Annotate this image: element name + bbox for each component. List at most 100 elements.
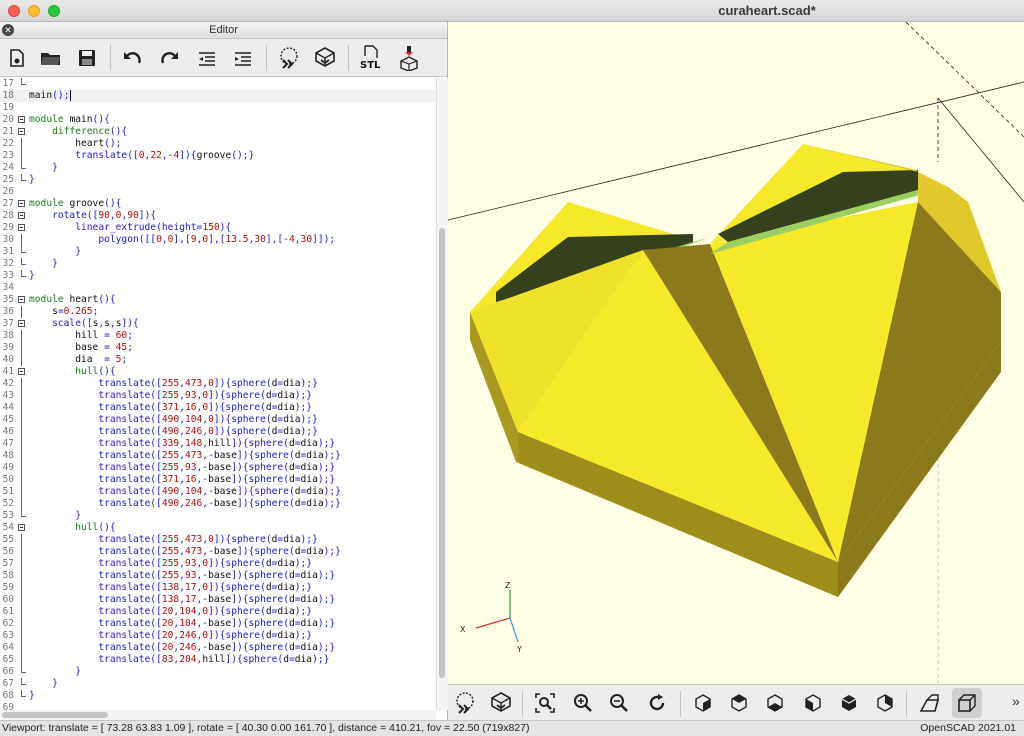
code-line[interactable]: 52 translate([490,246,-base]){sphere(d=d…	[0, 498, 436, 510]
vertical-scroll-thumb[interactable]	[439, 228, 445, 678]
render-button[interactable]	[310, 43, 340, 73]
code-line[interactable]: 17	[0, 78, 436, 90]
fold-toggle-icon[interactable]	[18, 320, 25, 327]
code-line[interactable]: 35 module heart(){	[0, 294, 436, 306]
code-line[interactable]: 42 translate([255,473,0]){sphere(d=dia);…	[0, 378, 436, 390]
export-stl-button[interactable]: STL	[356, 43, 386, 73]
unindent-button[interactable]	[192, 43, 222, 73]
redo-button[interactable]	[154, 43, 184, 73]
undo-button[interactable]	[118, 43, 148, 73]
editor-horizontal-scrollbar[interactable]	[0, 710, 436, 720]
code-line[interactable]: 31 }	[0, 246, 436, 258]
code-line[interactable]: 57 translate([255,93,0]){sphere(d=dia);}	[0, 558, 436, 570]
code-line[interactable]: 41 hull(){	[0, 366, 436, 378]
code-line[interactable]: 55 translate([255,473,0]){sphere(d=dia);…	[0, 534, 436, 546]
preview-button-viewport[interactable]	[450, 688, 480, 718]
code-line[interactable]: 58 translate([255,93,-base]){sphere(d=di…	[0, 570, 436, 582]
view-front-button[interactable]	[834, 688, 864, 718]
code-line[interactable]: 20 module main(){	[0, 114, 436, 126]
fold-toggle-icon[interactable]	[18, 212, 25, 219]
line-number: 31	[2, 246, 14, 257]
code-line[interactable]: 63 translate([20,246,0]){sphere(d=dia);}	[0, 630, 436, 642]
code-line[interactable]: 45 translate([490,104,0]){sphere(d=dia);…	[0, 414, 436, 426]
code-line[interactable]: 48 translate([255,473,-base]){sphere(d=d…	[0, 450, 436, 462]
fold-toggle-icon[interactable]	[18, 128, 25, 135]
code-line[interactable]: 51 translate([490,104,-base]){sphere(d=d…	[0, 486, 436, 498]
line-number: 38	[2, 330, 14, 341]
code-line[interactable]: 59 translate([138,17,0]){sphere(d=dia);}	[0, 582, 436, 594]
render-button-viewport[interactable]	[486, 688, 516, 718]
save-file-button[interactable]	[72, 43, 102, 73]
code-line[interactable]: 54 hull(){	[0, 522, 436, 534]
zoom-in-button[interactable]	[568, 688, 598, 718]
code-line[interactable]: 23 translate([0,22,-4]){groove();}	[0, 150, 436, 162]
code-line[interactable]: 30 polygon([[0,0],[9,0],[13.5,30],[-4,30…	[0, 234, 436, 246]
code-line[interactable]: 37 scale([s,s,s]){	[0, 318, 436, 330]
view-back-button[interactable]	[870, 688, 900, 718]
code-line[interactable]: 26	[0, 186, 436, 198]
code-line[interactable]: 18 main();	[0, 90, 436, 102]
code-line[interactable]: 67 }	[0, 678, 436, 690]
fold-toggle-icon[interactable]	[18, 224, 25, 231]
code-line[interactable]: 32 }	[0, 258, 436, 270]
code-line[interactable]: 49 translate([255,93,-base]){sphere(d=di…	[0, 462, 436, 474]
code-line[interactable]: 62 translate([20,104,-base]){sphere(d=di…	[0, 618, 436, 630]
editor-vertical-scrollbar[interactable]	[436, 78, 448, 710]
code-line[interactable]: 19	[0, 102, 436, 114]
fold-toggle-icon[interactable]	[18, 200, 25, 207]
new-file-button[interactable]	[2, 43, 32, 73]
fold-guide	[21, 618, 22, 630]
code-line[interactable]: 68}	[0, 690, 436, 702]
code-line[interactable]: 43 translate([255,93,0]){sphere(d=dia);}	[0, 390, 436, 402]
fold-toggle-icon[interactable]	[18, 116, 25, 123]
code-line[interactable]: 69	[0, 702, 436, 710]
code-line[interactable]: 61 translate([20,104,0]){sphere(d=dia);}	[0, 606, 436, 618]
perspective-button[interactable]	[914, 688, 944, 718]
view-left-button[interactable]	[798, 688, 828, 718]
code-line[interactable]: 33}	[0, 270, 436, 282]
reset-view-button[interactable]	[642, 688, 672, 718]
code-line[interactable]: 29 linear_extrude(height=150){	[0, 222, 436, 234]
code-line[interactable]: 44 translate([371,16,0]){sphere(d=dia);}	[0, 402, 436, 414]
code-line[interactable]: 24 }	[0, 162, 436, 174]
code-line[interactable]: 40 dia = 5;	[0, 354, 436, 366]
orthogonal-button[interactable]	[952, 688, 982, 718]
code-line[interactable]: 66 }	[0, 666, 436, 678]
preview-button[interactable]	[274, 43, 304, 73]
view-bottom-button[interactable]	[760, 688, 790, 718]
view-all-button[interactable]	[530, 688, 560, 718]
code-line[interactable]: 47 translate([339,148,hill]){sphere(d=di…	[0, 438, 436, 450]
fold-guide	[21, 306, 22, 318]
fold-toggle-icon[interactable]	[18, 368, 25, 375]
code-line[interactable]: 65 translate([83,204,hill]){sphere(d=dia…	[0, 654, 436, 666]
zoom-out-button[interactable]	[604, 688, 634, 718]
fold-guide	[21, 378, 22, 390]
code-line[interactable]: 25}	[0, 174, 436, 186]
fold-toggle-icon[interactable]	[18, 524, 25, 531]
code-line[interactable]: 22 heart();	[0, 138, 436, 150]
toolbar-divider	[110, 45, 111, 71]
code-line[interactable]: 28 rotate([90,0,90]){	[0, 210, 436, 222]
horizontal-scroll-thumb[interactable]	[2, 712, 108, 718]
3d-viewport[interactable]: Z X Y	[448, 22, 1024, 684]
code-line[interactable]: 36 s=0.265;	[0, 306, 436, 318]
send-to-print-button[interactable]	[394, 43, 424, 73]
code-line[interactable]: 60 translate([138,17,-base]){sphere(d=di…	[0, 594, 436, 606]
fold-toggle-icon[interactable]	[18, 296, 25, 303]
open-file-button[interactable]	[36, 43, 66, 73]
code-line[interactable]: 21 difference(){	[0, 126, 436, 138]
code-line[interactable]: 46 translate([490,246,0]){sphere(d=dia);…	[0, 426, 436, 438]
code-line[interactable]: 38 hill = 60;	[0, 330, 436, 342]
code-line[interactable]: 64 translate([20,246,-base]){sphere(d=di…	[0, 642, 436, 654]
code-line[interactable]: 53 }	[0, 510, 436, 522]
code-line[interactable]: 27 module groove(){	[0, 198, 436, 210]
code-editor[interactable]: 17 18 main(); 19 20 module main(){21 differen…	[0, 78, 436, 710]
code-line[interactable]: 50 translate([371,16,-base]){sphere(d=di…	[0, 474, 436, 486]
toolbar-overflow-button[interactable]: »	[1012, 693, 1020, 709]
code-line[interactable]: 34	[0, 282, 436, 294]
view-top-button[interactable]	[724, 688, 754, 718]
code-line[interactable]: 39 base = 45;	[0, 342, 436, 354]
code-line[interactable]: 56 translate([255,473,-base]){sphere(d=d…	[0, 546, 436, 558]
view-right-button[interactable]	[688, 688, 718, 718]
indent-button[interactable]	[228, 43, 258, 73]
